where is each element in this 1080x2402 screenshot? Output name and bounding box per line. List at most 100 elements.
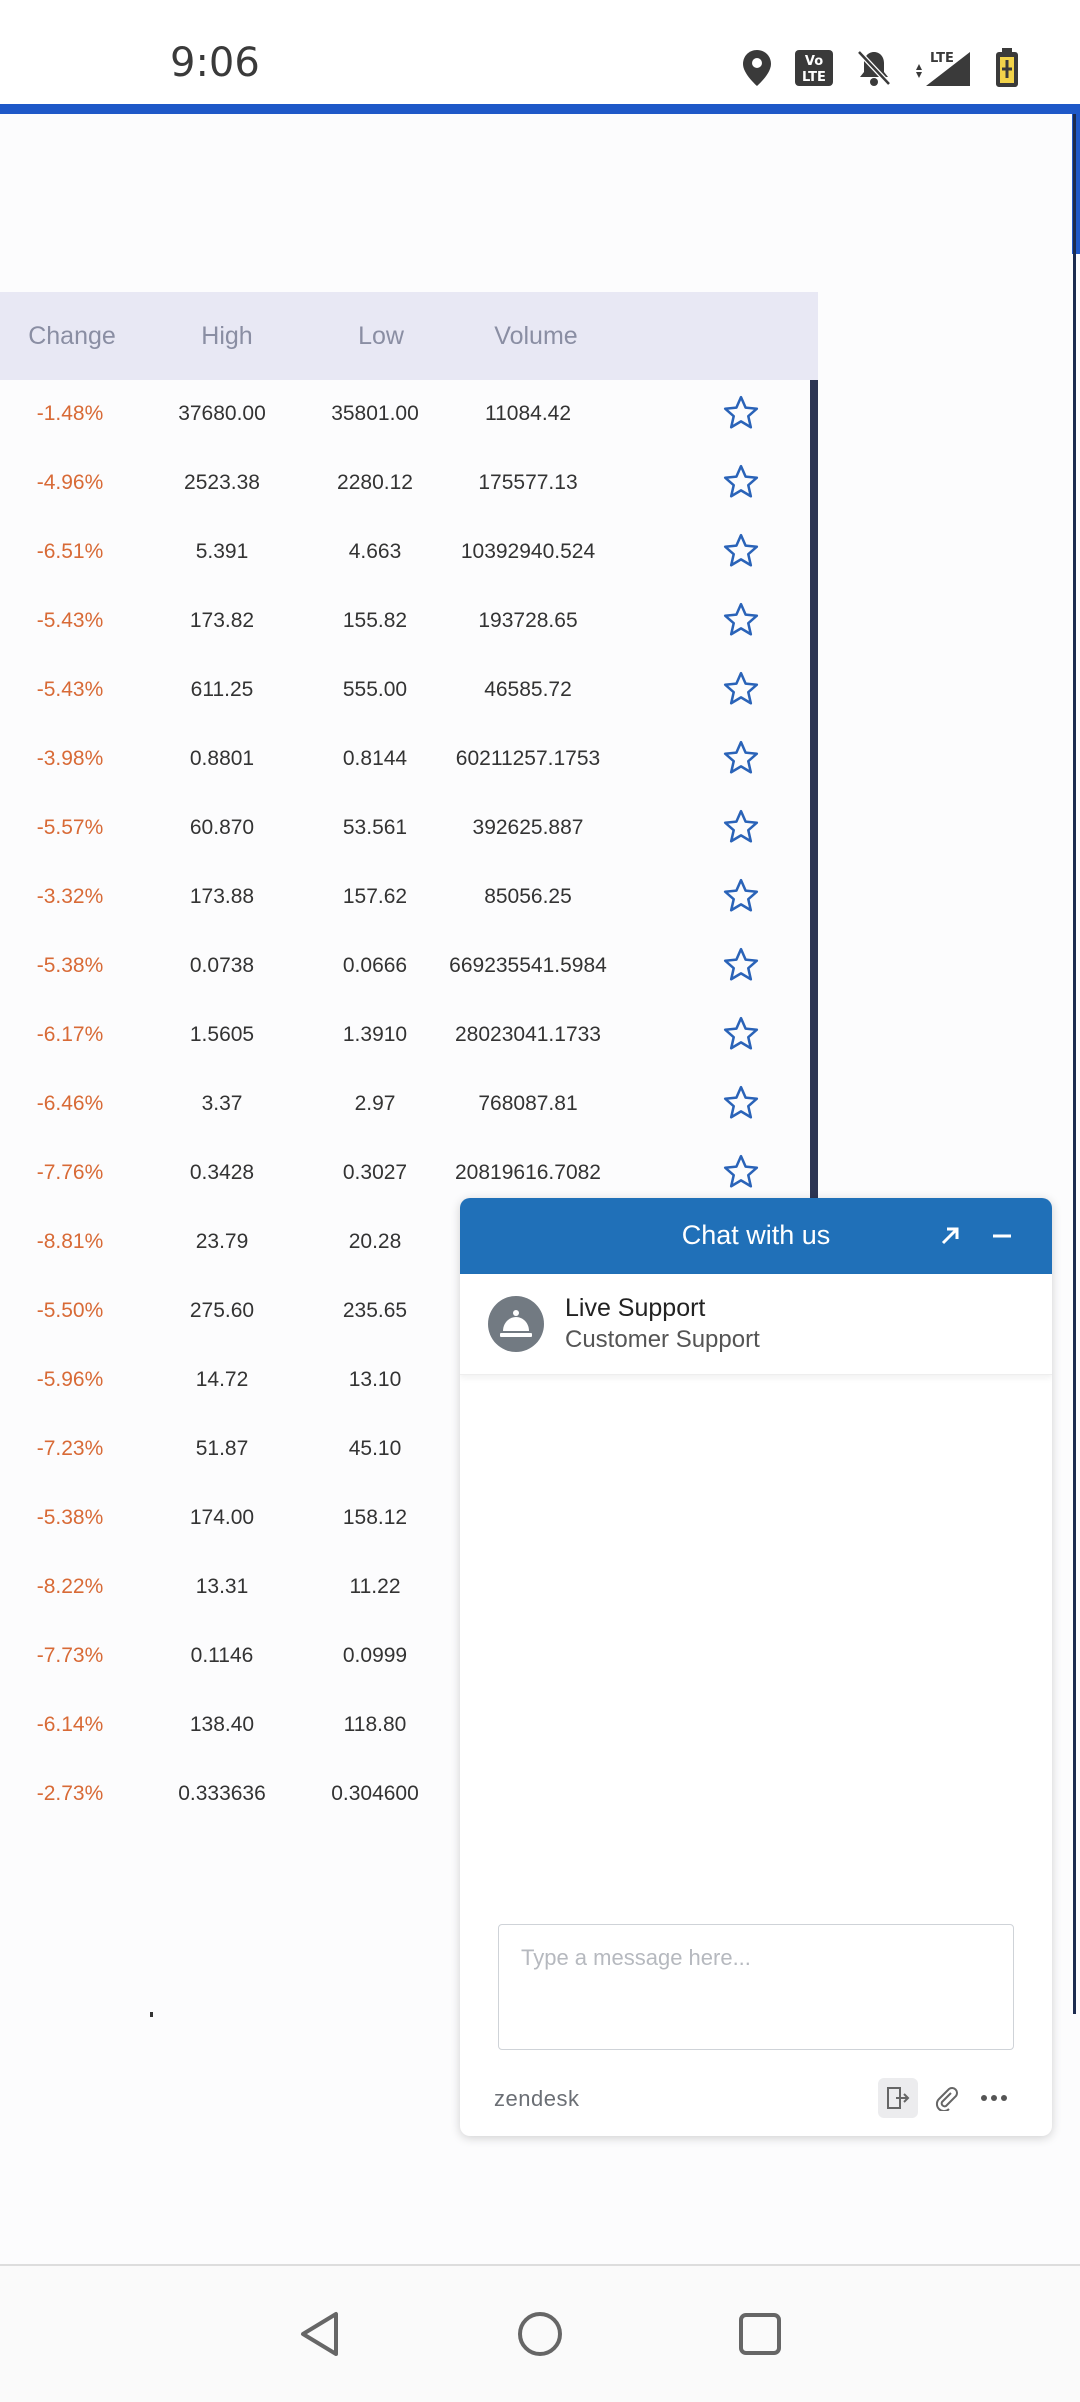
cell-change: -6.51% <box>36 540 104 563</box>
status-bar: 9:06 Vo LTE LTE <box>0 0 1080 104</box>
cell-high: 2523.38 <box>184 471 260 494</box>
table-row[interactable]: -3.32% 173.88 157.62 85056.25 <box>0 863 818 932</box>
cell-change: -3.32% <box>36 885 104 908</box>
lte-signal-icon: LTE <box>914 48 972 88</box>
cell-high: 173.82 <box>189 609 255 632</box>
clock: 9:06 <box>170 40 260 86</box>
cell-high: 5.391 <box>195 540 249 563</box>
star-icon[interactable] <box>722 1015 760 1053</box>
chat-widget: Chat with us Live Support Customer Suppo… <box>460 1198 1052 2136</box>
cell-change: -2.73% <box>36 1782 104 1805</box>
cell-change: -6.46% <box>36 1092 104 1115</box>
cell-high: 1.5605 <box>189 1023 255 1046</box>
cell-volume: 10392940.524 <box>460 540 596 563</box>
stray-mark <box>150 2012 153 2017</box>
star-icon[interactable] <box>722 394 760 432</box>
cell-change: -5.43% <box>36 678 104 701</box>
page-edge-rule <box>1073 114 1076 2014</box>
cell-change: -7.73% <box>36 1644 104 1667</box>
table-row[interactable]: -5.57% 60.870 53.561 392625.887 <box>0 794 818 863</box>
star-icon[interactable] <box>722 532 760 570</box>
cell-volume: 11084.42 <box>484 402 572 425</box>
svg-text:LTE: LTE <box>930 51 954 66</box>
star-icon[interactable] <box>722 463 760 501</box>
star-icon[interactable] <box>722 1084 760 1122</box>
table-row[interactable]: -1.48% 37680.00 35801.00 11084.42 <box>0 380 818 449</box>
cell-change: -4.96% <box>36 471 104 494</box>
cell-volume: 20819616.7082 <box>455 1161 601 1184</box>
table-row[interactable]: -4.96% 2523.38 2280.12 175577.13 <box>0 449 818 518</box>
cell-high: 0.1146 <box>190 1644 254 1667</box>
back-icon[interactable] <box>292 2306 348 2362</box>
header-volume[interactable]: Volume <box>494 322 577 351</box>
location-icon <box>742 48 772 88</box>
attachment-icon[interactable] <box>926 2078 966 2118</box>
table-row[interactable]: -6.51% 5.391 4.663 10392940.524 <box>0 518 818 587</box>
header-high[interactable]: High <box>201 322 252 351</box>
cell-low: 0.0666 <box>342 954 408 977</box>
cell-high: 174.00 <box>189 1506 255 1529</box>
cell-low: 155.82 <box>342 609 408 632</box>
cell-volume: 768087.81 <box>478 1092 578 1115</box>
cell-change: -5.57% <box>36 816 104 839</box>
table-scroll-edge <box>810 380 818 1200</box>
chat-header: Chat with us <box>460 1198 1052 1274</box>
cell-change: -5.96% <box>36 1368 104 1391</box>
concierge-bell-icon <box>488 1296 544 1352</box>
cell-change: -5.50% <box>36 1299 104 1322</box>
star-icon[interactable] <box>722 670 760 708</box>
agent-role: Customer Support <box>565 1326 760 1353</box>
table-row[interactable]: -5.43% 173.82 155.82 193728.65 <box>0 587 818 656</box>
message-input[interactable]: Type a message here... <box>498 1924 1014 2050</box>
cell-low: 157.62 <box>342 885 408 908</box>
table-row[interactable]: -3.98% 0.8801 0.8144 60211257.1753 <box>0 725 818 794</box>
cell-high: 37680.00 <box>178 402 266 425</box>
header-change[interactable]: Change <box>28 322 116 351</box>
cell-volume: 193728.65 <box>478 609 578 632</box>
minimize-icon[interactable] <box>984 1218 1020 1254</box>
cell-volume: 392625.887 <box>472 816 584 839</box>
star-icon[interactable] <box>722 877 760 915</box>
cell-low: 0.3027 <box>342 1161 408 1184</box>
cell-high: 173.88 <box>189 885 255 908</box>
end-chat-icon[interactable] <box>878 2078 918 2118</box>
table-row[interactable]: -5.38% 0.0738 0.0666 669235541.5984 <box>0 932 818 1001</box>
cell-volume: 669235541.5984 <box>449 954 607 977</box>
cell-low: 4.663 <box>348 540 402 563</box>
star-icon[interactable] <box>722 946 760 984</box>
star-icon[interactable] <box>722 601 760 639</box>
table-header: Change High Low Volume <box>0 292 818 380</box>
header-accent-bar <box>0 104 1080 114</box>
star-icon[interactable] <box>722 1153 760 1191</box>
cell-high: 0.0738 <box>189 954 255 977</box>
cell-high: 138.40 <box>189 1713 255 1736</box>
cell-change: -6.14% <box>36 1713 104 1736</box>
cell-low: 0.304600 <box>331 1782 419 1805</box>
cell-change: -5.43% <box>36 609 104 632</box>
table-row[interactable]: -6.17% 1.5605 1.3910 28023041.1733 <box>0 1001 818 1070</box>
cell-high: 14.72 <box>195 1368 249 1391</box>
star-icon[interactable] <box>722 739 760 777</box>
popout-icon[interactable] <box>932 1218 968 1254</box>
cell-change: -5.38% <box>36 954 104 977</box>
cell-low: 1.3910 <box>342 1023 408 1046</box>
cell-low: 53.561 <box>342 816 408 839</box>
battery-charging-icon <box>994 48 1020 88</box>
table-row[interactable]: -5.43% 611.25 555.00 46585.72 <box>0 656 818 725</box>
recents-icon[interactable] <box>732 2306 788 2362</box>
agent-name: Live Support <box>565 1294 706 1322</box>
cell-high: 23.79 <box>195 1230 249 1253</box>
cell-low: 555.00 <box>342 678 408 701</box>
more-options-icon[interactable] <box>974 2078 1014 2118</box>
table-row[interactable]: -6.46% 3.37 2.97 768087.81 <box>0 1070 818 1139</box>
cell-low: 20.28 <box>348 1230 402 1253</box>
cell-change: -6.17% <box>36 1023 104 1046</box>
star-icon[interactable] <box>722 808 760 846</box>
home-icon[interactable] <box>512 2306 568 2362</box>
header-low[interactable]: Low <box>358 322 404 351</box>
cell-volume: 28023041.1733 <box>455 1023 601 1046</box>
cell-change: -7.23% <box>36 1437 104 1460</box>
cell-change: -1.48% <box>36 402 104 425</box>
zendesk-brand: zendesk <box>494 2086 580 2111</box>
cell-change: -8.81% <box>36 1230 104 1253</box>
